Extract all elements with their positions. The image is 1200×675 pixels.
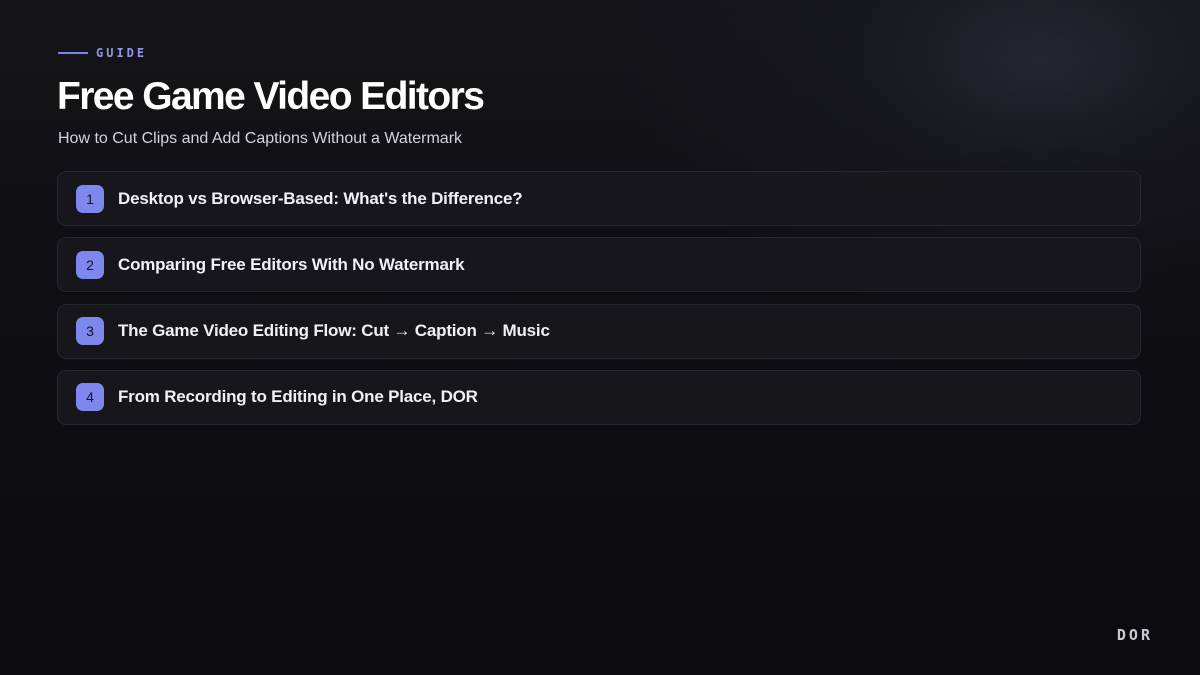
toc-item-label: Desktop vs Browser-Based: What's the Dif… xyxy=(118,188,523,208)
eyebrow-label: GUIDE xyxy=(96,46,148,60)
eyebrow-divider xyxy=(58,52,88,54)
toc-item-number-badge: 1 xyxy=(76,184,104,213)
eyebrow: GUIDE xyxy=(58,45,147,61)
table-of-contents: 1 Desktop vs Browser-Based: What's the D… xyxy=(57,171,1141,436)
toc-item-2[interactable]: 2 Comparing Free Editors With No Waterma… xyxy=(57,237,1141,293)
toc-item-number-badge: 4 xyxy=(76,383,104,412)
toc-item-label: The Game Video Editing Flow: Cut → Capti… xyxy=(118,321,550,341)
guide-page: GUIDE Free Game Video Editors How to Cut… xyxy=(0,0,1200,675)
toc-item-number-badge: 2 xyxy=(76,250,104,279)
brand-wordmark: DOR xyxy=(1116,626,1153,644)
toc-item-number-badge: 3 xyxy=(76,317,104,346)
toc-item-label: Comparing Free Editors With No Watermark xyxy=(118,254,465,274)
page-title: Free Game Video Editors xyxy=(57,75,485,118)
toc-item-1[interactable]: 1 Desktop vs Browser-Based: What's the D… xyxy=(57,171,1141,226)
toc-item-3[interactable]: 3 The Game Video Editing Flow: Cut → Cap… xyxy=(57,303,1141,359)
toc-item-4[interactable]: 4 From Recording to Editing in One Place… xyxy=(57,369,1141,425)
toc-item-label: From Recording to Editing in One Place, … xyxy=(118,387,478,407)
page-subtitle: How to Cut Clips and Add Captions Withou… xyxy=(58,130,463,147)
